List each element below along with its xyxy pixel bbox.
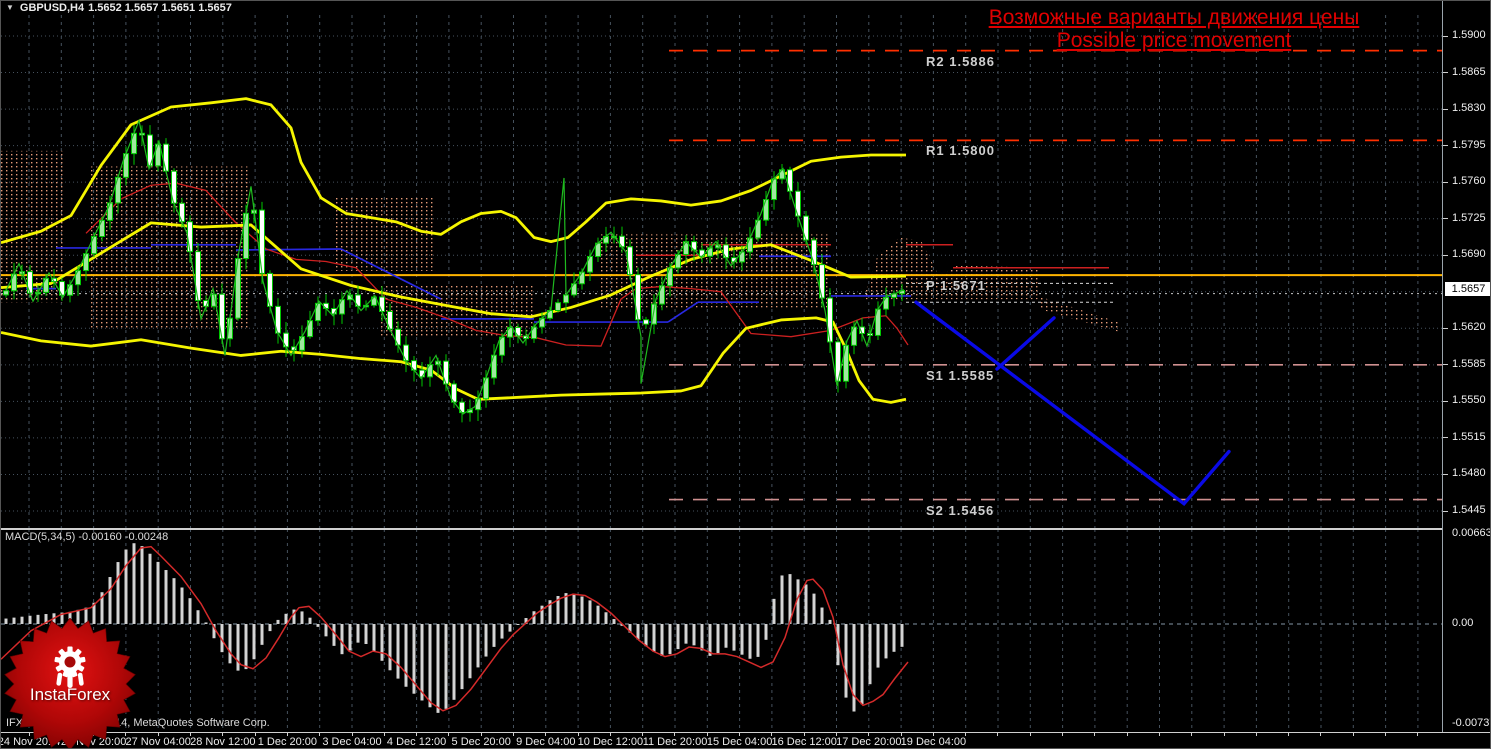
time-axis-tick [384,733,385,736]
time-axis-label: 17 Dec 20:00 [836,736,902,748]
annotation-text-en: Possible price movement [1056,29,1292,52]
pivot-label: S2 1.5456 [926,502,995,518]
macd-panel-canvas[interactable] [1,529,1442,732]
annotation-text-ru: Возможные варианты движения цены [988,6,1360,29]
price-axis-label: 1.5480 [1452,467,1486,480]
time-axis-label: 16 Dec 12:00 [771,736,837,748]
chart-window: ▼ GBPUSD,H4 1.5652 1.5657 1.5651 1.5657 Во… [0,0,1491,749]
time-axis-tick [1288,733,1289,736]
time-axis-tick [1353,733,1354,736]
time-axis-label: 11 Dec 20:00 [642,736,708,748]
symbol-period-label: GBPUSD,H4 [19,2,85,14]
price-axis-tick [1443,36,1448,37]
price-axis-tick [1443,72,1448,73]
annotation-block: Возможные варианты движения цены Possibl… [951,6,1397,52]
gear-icon [54,646,86,688]
time-axis-tick [1256,733,1257,736]
time-axis-label: 5 Dec 20:00 [451,736,511,748]
time-axis-tick [1030,733,1031,736]
price-axis-tick [1443,328,1448,329]
price-axis-label: 1.5725 [1452,211,1486,224]
symbol-dropdown-icon[interactable]: ▼ [6,3,14,12]
pivot-label: R1 1.5800 [926,143,995,159]
price-axis-label: 1.5620 [1452,321,1486,334]
macd-indicator-label: MACD(5,34,5) -0.00160 -0.00248 [5,531,169,543]
time-axis-tick [1159,733,1160,736]
macd-axis-label: 0.00663 [1452,527,1491,539]
panel-separator[interactable] [1,528,1490,530]
chart-header: ▼ GBPUSD,H4 1.5652 1.5657 1.5651 1.5657 [6,2,236,15]
price-axis-label: 1.5550 [1452,394,1486,407]
price-axis-label: 1.5795 [1452,138,1486,151]
price-axis-label: 1.5515 [1452,430,1486,443]
time-axis-tick [1224,733,1225,736]
pivot-label: P 1.5671 [926,278,986,294]
time-axis-tick [1062,733,1063,736]
price-axis-tick [1443,401,1448,402]
price-axis-label: 1.5900 [1452,29,1486,41]
time-axis-label: 10 Dec 12:00 [577,736,644,748]
time-axis-tick [513,733,514,736]
logo-wordmark: InstaForex [29,685,111,704]
time-axis-tick [448,733,449,736]
price-axis-label: 1.5585 [1452,357,1486,370]
instaforex-logo [2,618,138,748]
time-axis-label: 15 Dec 04:00 [706,736,773,748]
time-axis[interactable]: 24 Nov 2014 25 Nov 20:00 27 Nov 04:00 28 No… [1,733,1490,748]
price-axis[interactable]: 1.5657 1.5900 1.5865 1.5830 1.5795 1.5760 1.5… [1442,1,1491,732]
pivot-label: R2 1.5886 [926,53,995,69]
time-axis-label: 9 Dec 04:00 [516,736,576,748]
price-axis-label: 1.5865 [1452,65,1486,78]
time-axis-tick [997,733,998,736]
time-axis-tick [1191,733,1192,736]
price-axis-tick [1443,218,1448,219]
time-axis-label: 4 Dec 12:00 [386,736,447,748]
price-axis-tick [1443,109,1448,110]
macd-axis-label: 0.00 [1452,616,1474,629]
time-axis-tick [1417,733,1418,736]
price-axis-tick [1443,145,1448,146]
price-axis-tick [1443,182,1448,183]
price-axis-tick [1443,474,1448,475]
time-axis-tick [1094,733,1095,736]
price-axis-tick [1443,364,1448,365]
pivot-label: S1 1.5585 [926,367,995,383]
price-axis-label: 1.5690 [1452,248,1486,261]
time-axis-tick [1127,733,1128,736]
main-chart-canvas[interactable] [1,1,1442,529]
price-axis-label: 1.5760 [1452,175,1486,188]
time-axis-label: 1 Dec 20:00 [257,736,318,748]
price-axis-tick [1443,511,1448,512]
time-axis-label: 3 Dec 04:00 [322,736,382,748]
time-axis-tick [1385,733,1386,736]
price-axis-label: 1.5445 [1452,504,1486,516]
current-price-badge: 1.5657 [1445,282,1490,296]
time-axis-tick [319,733,320,736]
macd-axis-label: -0.00737 [1452,717,1490,729]
price-axis-label: 1.5830 [1452,102,1486,115]
time-axis-label: 28 Nov 12:00 [190,736,256,748]
price-axis-tick [1443,437,1448,438]
time-axis-tick [1320,733,1321,736]
time-axis-label: 19 Dec 04:00 [900,736,967,748]
price-axis-tick [1443,255,1448,256]
ohlc-quotes-label: 1.5652 1.5657 1.5651 1.5657 [88,2,232,14]
